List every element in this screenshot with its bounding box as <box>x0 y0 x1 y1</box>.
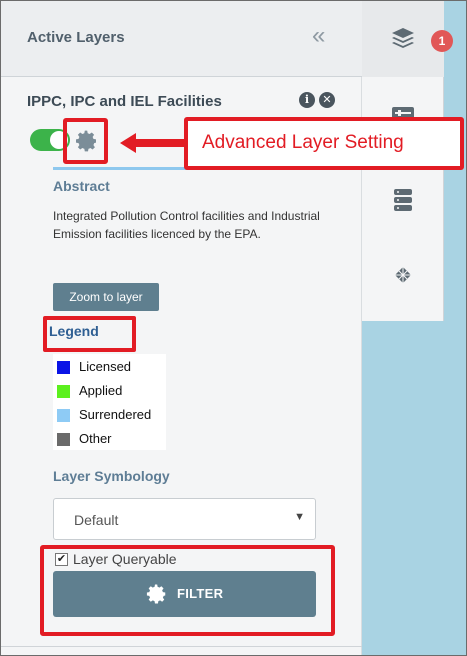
database-icon[interactable] <box>390 187 416 213</box>
panel-divider <box>1 646 362 647</box>
collapse-panel-button[interactable]: « <box>312 24 325 48</box>
symbology-value: Default <box>74 512 119 528</box>
abstract-heading: Abstract <box>53 178 110 194</box>
filter-button[interactable]: FILTER <box>53 571 316 617</box>
abstract-text: Integrated Pollution Control facilities … <box>53 209 320 241</box>
legend-list: Licensed Applied Surrendered Other <box>53 354 166 450</box>
layer-queryable-checkbox[interactable]: ✔ <box>55 553 68 566</box>
gear-highlight-box <box>63 118 108 164</box>
legend-highlight-box <box>43 316 136 352</box>
advanced-setting-callout: Advanced Layer Setting <box>184 117 464 170</box>
gear-icon <box>146 584 166 604</box>
legend-label: Applied <box>79 383 123 398</box>
filter-label: FILTER <box>177 586 224 601</box>
remove-layer-icon[interactable]: ✕ <box>319 92 335 108</box>
layers-count-badge: 1 <box>431 30 453 52</box>
zoom-to-layer-button[interactable]: Zoom to layer <box>53 283 159 311</box>
callout-text: Advanced Layer Setting <box>202 132 404 153</box>
arrow-icon <box>120 133 184 153</box>
layers-icon[interactable] <box>390 25 416 51</box>
caret-down-icon: ▼ <box>294 511 305 523</box>
info-icon[interactable]: i <box>299 92 315 108</box>
legend-swatch <box>57 433 70 446</box>
panel-title: Active Layers <box>27 29 125 46</box>
legend-swatch <box>57 385 70 398</box>
active-layers-panel: Active Layers « IPPC, IPC and IEL Facili… <box>1 1 362 655</box>
legend-label: Surrendered <box>79 407 152 422</box>
legend-label: Licensed <box>79 359 132 374</box>
legend-swatch <box>57 409 70 422</box>
layer-symbology-heading: Layer Symbology <box>53 468 170 484</box>
symbology-select[interactable]: Default ▼ <box>53 498 316 540</box>
legend-label: Other <box>79 431 112 446</box>
basemap-icon[interactable] <box>390 262 416 288</box>
layer-title: IPPC, IPC and IEL Facilities <box>27 93 222 110</box>
layer-queryable-label: Layer Queryable <box>73 551 177 567</box>
panel-header: Active Layers « <box>1 1 362 77</box>
legend-swatch <box>57 361 70 374</box>
